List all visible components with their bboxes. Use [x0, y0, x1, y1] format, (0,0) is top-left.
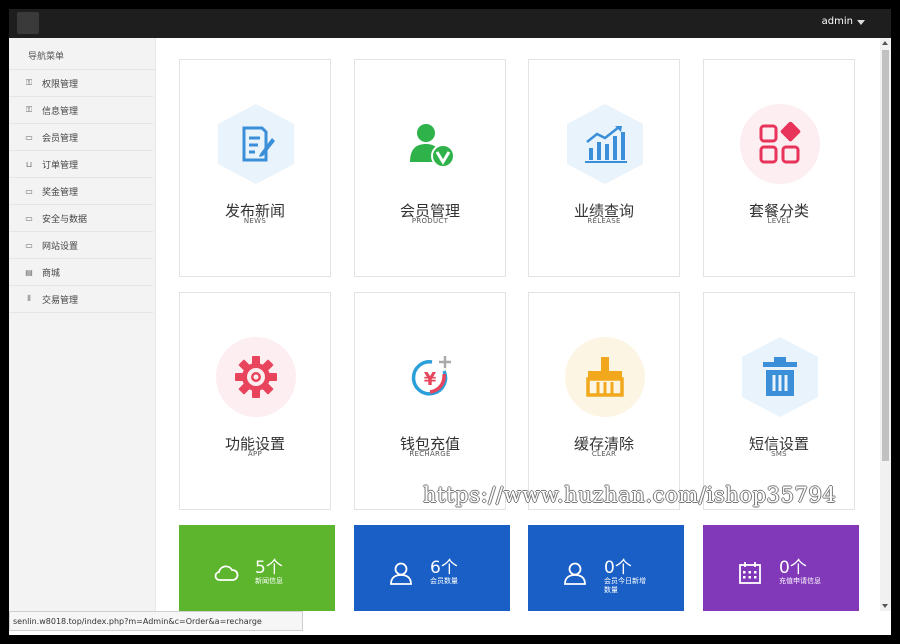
vertical-scrollbar[interactable]	[880, 38, 891, 611]
stat-label: 会员数量	[430, 577, 458, 585]
columns-icon: ⦀	[27, 294, 31, 303]
sidebar-item-bonus[interactable]: ▭ 奖金管理	[9, 178, 153, 205]
key-icon: ⚿	[25, 78, 33, 87]
card-subtitle: APP	[247, 450, 263, 458]
cloud-icon	[214, 565, 239, 581]
yen-recharge-icon: ¥	[391, 337, 471, 417]
gear-icon	[216, 337, 296, 417]
monitor-icon: ▭	[25, 213, 33, 223]
calendar-icon	[739, 562, 761, 584]
user-name: admin	[821, 16, 853, 27]
sidebar-item-mall[interactable]: ▤ 商城	[9, 259, 153, 286]
sidebar: 导航菜单 ⚿ 权限管理 ⚿ 信息管理 ▭ 会员管理 ⊔ 订单管理 ▭ 奖金管理 …	[9, 38, 156, 611]
scroll-up-icon[interactable]	[882, 41, 888, 45]
sidebar-item-label: 安全与数据	[42, 214, 88, 225]
bar-chart-icon	[565, 104, 645, 184]
logo[interactable]	[17, 12, 39, 34]
stat-count: 6个	[430, 558, 458, 578]
card-news[interactable]: 发布新闻 NEWS	[179, 59, 331, 277]
sidebar-item-label: 订单管理	[42, 160, 79, 171]
key-icon: ⚿	[25, 105, 33, 114]
card-subtitle: CLEAR	[591, 450, 617, 458]
sidebar-item-trading[interactable]: ⦀ 交易管理	[9, 286, 153, 313]
svg-text:¥: ¥	[424, 369, 437, 390]
sidebar-item-orders[interactable]: ⊔ 订单管理	[9, 151, 153, 178]
nav-title: 导航菜单	[9, 38, 155, 70]
card-subtitle: LEVEL	[767, 217, 791, 225]
stat-label: 会员今日新增数量	[604, 577, 646, 594]
category-grid-icon	[740, 104, 820, 184]
card-wallet-recharge[interactable]: ¥ 钱包充值 RECHARGE	[354, 292, 506, 510]
stat-new-members-today[interactable]: 0个 会员今日新增数量	[528, 525, 684, 611]
card-subtitle: PRODUCT	[411, 217, 449, 225]
stat-recharge-requests[interactable]: 0个 充值申请信息	[703, 525, 859, 611]
tag-icon: ▭	[25, 132, 33, 142]
stat-count: 0个	[604, 558, 632, 578]
shirt-icon: ⊔	[25, 159, 33, 169]
store-icon: ▤	[25, 267, 33, 277]
stat-count: 5个	[255, 558, 283, 578]
top-bar: admin	[9, 9, 891, 38]
monitor-icon: ▭	[25, 240, 33, 250]
caret-down-icon	[857, 19, 865, 25]
card-sms-settings[interactable]: 短信设置 SMS	[703, 292, 855, 510]
card-subtitle: SMS	[771, 450, 787, 458]
stat-count: 0个	[779, 558, 807, 578]
browser-viewport: admin 导航菜单 ⚿ 权限管理 ⚿ 信息管理 ▭ 会员管理 ⊔ 订单管理 ▭…	[9, 9, 891, 635]
card-settings[interactable]: 功能设置 APP	[179, 292, 331, 510]
scroll-thumb[interactable]	[882, 50, 889, 461]
member-check-icon	[391, 104, 471, 184]
card-performance[interactable]: 业绩查询 RELEASE	[528, 59, 680, 277]
user-icon	[564, 562, 586, 585]
user-menu[interactable]: admin	[822, 16, 865, 27]
sidebar-item-label: 奖金管理	[42, 187, 79, 198]
sidebar-item-site-settings[interactable]: ▭ 网站设置	[9, 232, 153, 259]
browser-status-url: senlin.w8018.top/index.php?m=Admin&c=Ord…	[9, 611, 303, 631]
broom-icon	[565, 337, 645, 417]
main-content: 发布新闻 NEWS 会员管理 PRODUCT 业绩查询 RELEASE 套餐分类…	[156, 38, 880, 611]
sidebar-item-label: 权限管理	[42, 79, 79, 90]
sidebar-item-label: 交易管理	[42, 295, 79, 306]
sidebar-item-label: 信息管理	[42, 106, 79, 117]
sidebar-item-security[interactable]: ▭ 安全与数据	[9, 205, 153, 232]
sidebar-item-label: 商城	[42, 268, 61, 279]
card-subtitle: NEWS	[243, 217, 267, 225]
stat-label: 新闻信息	[255, 577, 283, 585]
sidebar-item-permissions[interactable]: ⚿ 权限管理	[9, 70, 153, 97]
card-cache-clear[interactable]: 缓存清除 CLEAR	[528, 292, 680, 510]
sidebar-item-label: 网站设置	[42, 241, 79, 252]
card-subtitle: RELEASE	[587, 217, 621, 225]
scroll-down-icon[interactable]	[882, 604, 888, 608]
news-edit-icon	[216, 104, 296, 184]
trash-icon	[740, 337, 820, 417]
stat-members[interactable]: 6个 会员数量	[354, 525, 510, 611]
monitor-icon: ▭	[25, 186, 33, 196]
stat-news[interactable]: 5个 新闻信息	[179, 525, 335, 611]
card-members[interactable]: 会员管理 PRODUCT	[354, 59, 506, 277]
card-subtitle: RECHARGE	[409, 450, 451, 458]
sidebar-item-label: 会员管理	[42, 133, 79, 144]
sidebar-item-info[interactable]: ⚿ 信息管理	[9, 97, 153, 124]
sidebar-item-members[interactable]: ▭ 会员管理	[9, 124, 153, 151]
user-icon	[390, 562, 412, 585]
stat-label: 充值申请信息	[779, 577, 821, 585]
watermark: https://www.huzhan.com/ishop35794	[423, 483, 837, 507]
card-packages[interactable]: 套餐分类 LEVEL	[703, 59, 855, 277]
